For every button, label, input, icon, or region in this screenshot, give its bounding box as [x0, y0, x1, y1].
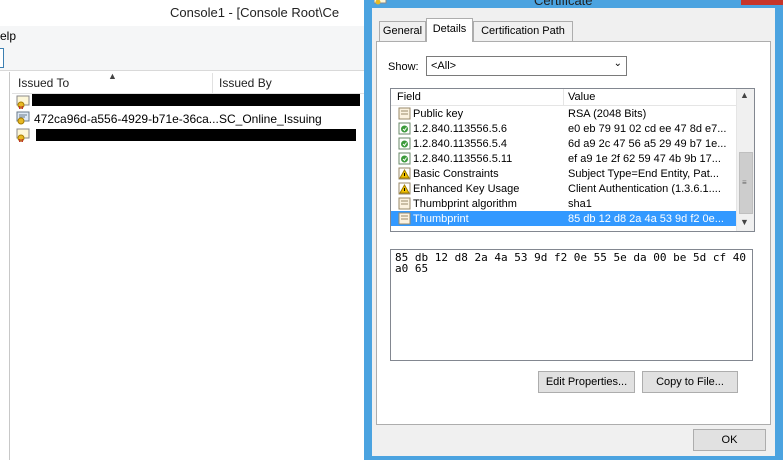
certificate-icon [16, 95, 30, 109]
show-label: Show: [388, 61, 419, 73]
document-icon [398, 107, 411, 120]
field-value: 6d a9 2c 47 56 a5 29 49 b7 1e... [568, 138, 727, 150]
show-dropdown[interactable]: <All> ⌄ [426, 56, 627, 76]
field-name: Public key [413, 108, 464, 120]
dialog-body: General Details Certification Path Show:… [372, 8, 775, 456]
toolbar-button[interactable] [0, 48, 4, 68]
field-name: Thumbprint algorithm [413, 198, 517, 210]
field-name: Thumbprint [413, 213, 469, 225]
issued-by-cell: SC_Online_Issuing [219, 112, 322, 126]
table-row[interactable] [12, 127, 365, 143]
field-name: Basic Constraints [413, 168, 499, 180]
field-value: ef a9 1e 2f 62 59 47 4b 9b 17... [568, 153, 721, 165]
chevron-down-icon[interactable]: ▼ [740, 217, 749, 227]
column-value[interactable]: Value [568, 91, 595, 103]
tab-details[interactable]: Details [426, 18, 473, 42]
chevron-down-icon: ⌄ [613, 58, 622, 69]
field-row[interactable]: Thumbprint algorithm sha1 [391, 196, 736, 211]
fields-scrollbar[interactable]: ▲ ≡ ▼ [736, 89, 754, 231]
chevron-up-icon[interactable]: ▲ [740, 90, 749, 100]
grip-icon: ≡ [742, 178, 747, 187]
field-name: 1.2.840.113556.5.11 [413, 153, 513, 165]
tab-general[interactable]: General [379, 21, 426, 41]
edit-properties-button[interactable]: Edit Properties... [538, 371, 635, 393]
tree-pane[interactable] [0, 72, 10, 460]
certificate-dialog: Certificate General Details Certificatio… [364, 0, 783, 460]
field-name: 1.2.840.113556.5.4 [413, 138, 507, 150]
console-menubar: elp [0, 26, 365, 47]
warning-icon [398, 167, 411, 180]
field-value: Client Authentication (1.3.6.1.... [568, 183, 721, 195]
sort-ascending-icon: ▲ [108, 71, 117, 81]
fields-list[interactable]: Field Value Public key RSA (2048 Bits) 1… [390, 88, 755, 232]
document-icon [398, 212, 411, 225]
document-icon [398, 197, 411, 210]
column-issued-by[interactable]: Issued By [219, 76, 272, 90]
column-divider[interactable] [212, 73, 213, 93]
mmc-console-window: Console1 - [Console Root\Ce elp Issued T… [0, 0, 365, 460]
redacted-block [32, 94, 360, 106]
redacted-block [36, 129, 356, 141]
console-toolbar [0, 46, 365, 71]
field-value: Subject Type=End Entity, Pat... [568, 168, 719, 180]
issued-to-cell: 472ca96d-a556-4929-b71e-36ca... [34, 112, 219, 126]
scrollbar-thumb[interactable]: ≡ [739, 152, 753, 214]
dialog-title: Certificate [534, 0, 593, 8]
field-value-box[interactable]: 85 db 12 d8 2a 4a 53 9d f2 0e 55 5e da 0… [390, 249, 753, 361]
field-value: RSA (2048 Bits) [568, 108, 647, 120]
certificate-icon [16, 128, 30, 142]
certificate-icon [374, 0, 387, 5]
table-row[interactable]: 472ca96d-a556-4929-b71e-36ca... SC_Onlin… [12, 110, 365, 126]
certificate-list[interactable]: Issued To ▲ Issued By 472ca96d-a556-4929… [12, 71, 365, 460]
menu-help[interactable]: elp [0, 29, 16, 43]
ok-button[interactable]: OK [693, 429, 766, 451]
close-button[interactable] [741, 0, 783, 5]
show-dropdown-value: <All> [431, 60, 457, 72]
certificate-icon [16, 111, 30, 125]
list-header: Issued To ▲ Issued By [12, 71, 365, 94]
field-row[interactable]: 1.2.840.113556.5.11 ef a9 1e 2f 62 59 47… [391, 151, 736, 166]
fields-header: Field Value [391, 89, 736, 106]
extension-icon [398, 137, 411, 150]
field-row[interactable]: Basic Constraints Subject Type=End Entit… [391, 166, 736, 181]
field-value: sha1 [568, 198, 592, 210]
field-value: 85 db 12 d8 2a 4a 53 9d f2 0e... [568, 213, 724, 225]
field-row[interactable]: Public key RSA (2048 Bits) [391, 106, 736, 121]
console-titlebar: Console1 - [Console Root\Ce [0, 0, 365, 26]
table-row[interactable] [12, 94, 365, 110]
extension-icon [398, 152, 411, 165]
column-field[interactable]: Field [397, 91, 421, 103]
field-value: e0 eb 79 91 02 cd ee 47 8d e7... [568, 123, 727, 135]
console-title: Console1 - [Console Root\Ce [170, 5, 340, 20]
warning-icon [398, 182, 411, 195]
field-row-selected[interactable]: Thumbprint 85 db 12 d8 2a 4a 53 9d f2 0e… [391, 211, 736, 226]
field-row[interactable]: Enhanced Key Usage Client Authentication… [391, 181, 736, 196]
field-row[interactable]: 1.2.840.113556.5.4 6d a9 2c 47 56 a5 29 … [391, 136, 736, 151]
field-row[interactable]: 1.2.840.113556.5.6 e0 eb 79 91 02 cd ee … [391, 121, 736, 136]
column-divider[interactable] [563, 89, 564, 105]
tab-certification-path[interactable]: Certification Path [473, 21, 573, 41]
copy-to-file-button[interactable]: Copy to File... [642, 371, 738, 393]
details-panel: Show: <All> ⌄ Field Value Public key RSA… [376, 41, 771, 425]
thumbprint-value-text: 85 db 12 d8 2a 4a 53 9d f2 0e 55 5e da 0… [395, 251, 753, 275]
field-name: 1.2.840.113556.5.6 [413, 123, 507, 135]
extension-icon [398, 122, 411, 135]
column-issued-to[interactable]: Issued To [18, 76, 69, 90]
field-name: Enhanced Key Usage [413, 183, 520, 195]
